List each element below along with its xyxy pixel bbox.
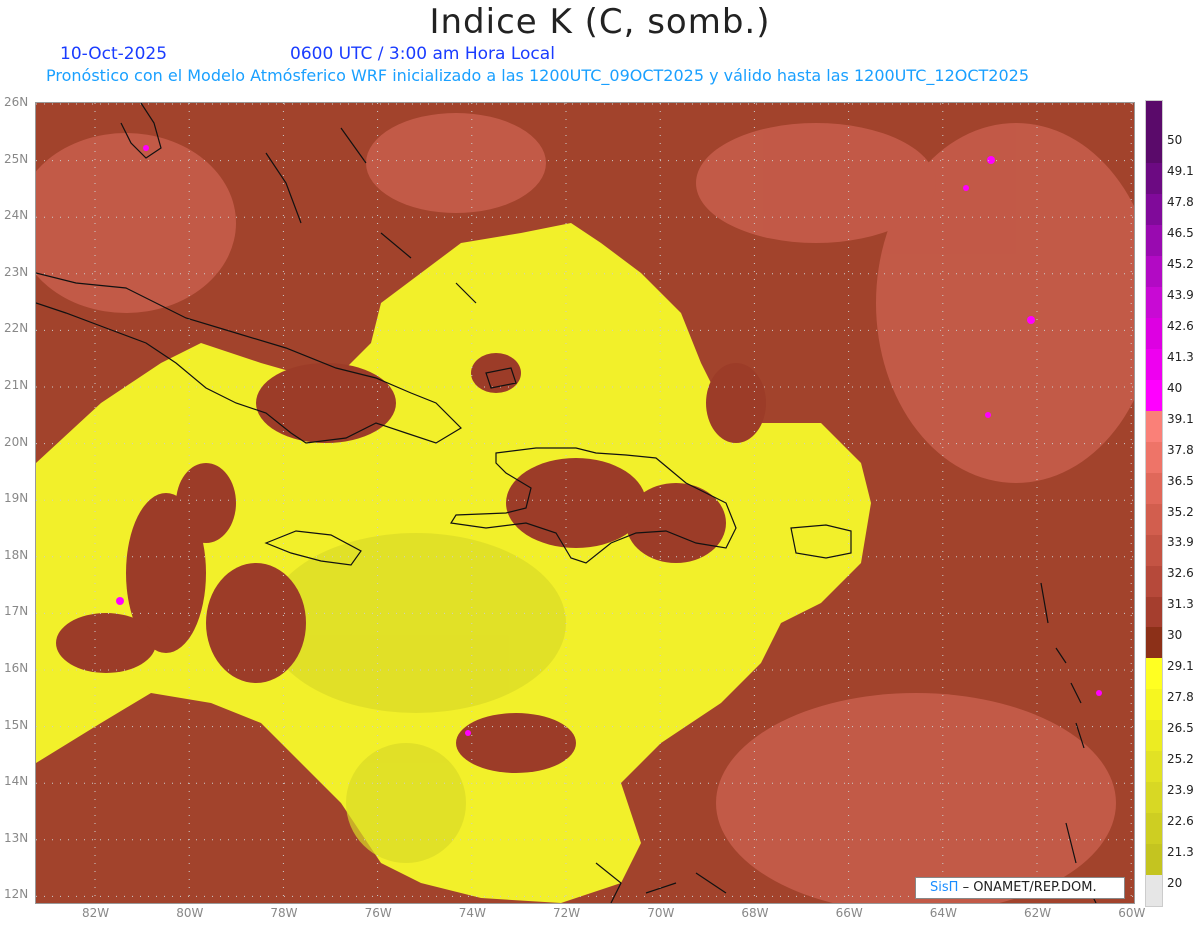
colorbar-label: 21.3 bbox=[1167, 845, 1194, 860]
colorbar-label: 31.3 bbox=[1167, 597, 1194, 612]
lat-label: 13N bbox=[4, 830, 29, 845]
lat-label: 24N bbox=[4, 208, 29, 223]
colorbar-label: 30 bbox=[1167, 628, 1183, 643]
colorbar-swatch bbox=[1146, 255, 1162, 287]
lat-label: 18N bbox=[4, 547, 29, 562]
map-title: Indice K (C, somb.) bbox=[429, 2, 771, 42]
lon-label: 76W bbox=[364, 906, 392, 920]
lat-label: 21N bbox=[4, 378, 29, 392]
colorbar-label: 50 bbox=[1167, 132, 1183, 147]
colorbar bbox=[1145, 100, 1163, 907]
colorbar-label: 33.9 bbox=[1167, 535, 1194, 550]
colorbar-label: 20 bbox=[1167, 876, 1183, 891]
lon-label: 80W bbox=[176, 906, 204, 920]
forecast-time: 0600 UTC / 3:00 am Hora Local bbox=[290, 44, 555, 64]
colorbar-label: 22.6 bbox=[1167, 814, 1194, 829]
colorbar-label: 26.5 bbox=[1167, 721, 1194, 736]
colorbar-swatch bbox=[1146, 441, 1162, 473]
colorbar-swatch bbox=[1146, 193, 1162, 225]
lon-label: 64W bbox=[929, 906, 957, 920]
lat-label: 22N bbox=[4, 321, 29, 336]
lon-label: 78W bbox=[270, 906, 298, 920]
lat-label: 17N bbox=[4, 604, 29, 619]
lat-label: 20N bbox=[4, 434, 29, 449]
lon-label: 62W bbox=[1024, 906, 1052, 920]
colorbar-swatch bbox=[1146, 379, 1162, 411]
colorbar-swatch bbox=[1146, 348, 1162, 380]
colorbar-label: 25.2 bbox=[1167, 752, 1194, 767]
lon-label: 72W bbox=[553, 906, 581, 920]
lon-label: 82W bbox=[82, 906, 110, 920]
forecast-date: 10-Oct-2025 bbox=[60, 44, 168, 64]
lat-label: 25N bbox=[4, 151, 29, 166]
colorbar-swatch bbox=[1146, 720, 1162, 752]
k-index-map bbox=[35, 102, 1135, 904]
colorbar-swatch bbox=[1146, 317, 1162, 349]
colorbar-swatch bbox=[1146, 813, 1162, 845]
colorbar-swatch bbox=[1146, 658, 1162, 690]
colorbar-swatch bbox=[1146, 472, 1162, 504]
colorbar-swatch bbox=[1146, 565, 1162, 597]
lon-label: 70W bbox=[647, 906, 675, 920]
colorbar-swatch bbox=[1146, 782, 1162, 814]
lon-label: 68W bbox=[741, 906, 769, 920]
credit-text: – ONAMET/REP.DOM. bbox=[962, 880, 1097, 895]
colorbar-label: 36.5 bbox=[1167, 473, 1194, 488]
credit-box: SisΠ – ONAMET/REP.DOM. bbox=[915, 877, 1125, 899]
colorbar-swatch bbox=[1146, 162, 1162, 194]
colorbar-swatch bbox=[1146, 689, 1162, 721]
colorbar-label: 37.8 bbox=[1167, 442, 1194, 457]
lat-label: 12N bbox=[4, 887, 29, 902]
colorbar-label: 32.6 bbox=[1167, 566, 1194, 581]
colorbar-swatch bbox=[1146, 224, 1162, 256]
colorbar-label: 46.5 bbox=[1167, 225, 1194, 240]
colorbar-swatch bbox=[1146, 534, 1162, 566]
lon-label: 74W bbox=[458, 906, 486, 920]
colorbar-swatch bbox=[1146, 503, 1162, 535]
lat-label: 16N bbox=[4, 661, 29, 675]
colorbar-swatch bbox=[1146, 596, 1162, 628]
lat-label: 23N bbox=[4, 264, 29, 279]
colorbar-label: 40 bbox=[1167, 380, 1183, 395]
lat-label: 26N bbox=[4, 95, 29, 109]
colorbar-label: 47.8 bbox=[1167, 194, 1194, 209]
colorbar-swatch bbox=[1146, 875, 1162, 907]
colorbar-label: 35.2 bbox=[1167, 504, 1194, 519]
colorbar-swatch bbox=[1146, 286, 1162, 318]
colorbar-swatch bbox=[1146, 131, 1162, 163]
colorbar-swatch bbox=[1146, 101, 1162, 132]
forecast-subtitle: Pronóstico con el Modelo Atmósferico WRF… bbox=[46, 66, 1030, 85]
colorbar-label: 45.2 bbox=[1167, 256, 1194, 271]
colorbar-swatch bbox=[1146, 627, 1162, 659]
lat-label: 14N bbox=[4, 774, 29, 789]
lon-label: 66W bbox=[835, 906, 863, 920]
colorbar-swatch bbox=[1146, 844, 1162, 876]
lat-label: 19N bbox=[4, 491, 29, 506]
colorbar-swatch bbox=[1146, 751, 1162, 783]
lat-label: 15N bbox=[4, 717, 29, 732]
colorbar-label: 49.1 bbox=[1167, 163, 1194, 178]
colorbar-label: 41.3 bbox=[1167, 349, 1194, 364]
colorbar-label: 42.6 bbox=[1167, 318, 1194, 333]
colorbar-label: 43.9 bbox=[1167, 287, 1194, 302]
colorbar-label: 27.8 bbox=[1167, 690, 1194, 705]
credit-brand: SisΠ bbox=[930, 880, 959, 895]
colorbar-label: 23.9 bbox=[1167, 783, 1194, 798]
colorbar-label: 39.1 bbox=[1167, 411, 1194, 426]
colorbar-swatch bbox=[1146, 410, 1162, 442]
colorbar-label: 29.1 bbox=[1167, 659, 1194, 674]
lon-label: 60W bbox=[1118, 906, 1146, 920]
